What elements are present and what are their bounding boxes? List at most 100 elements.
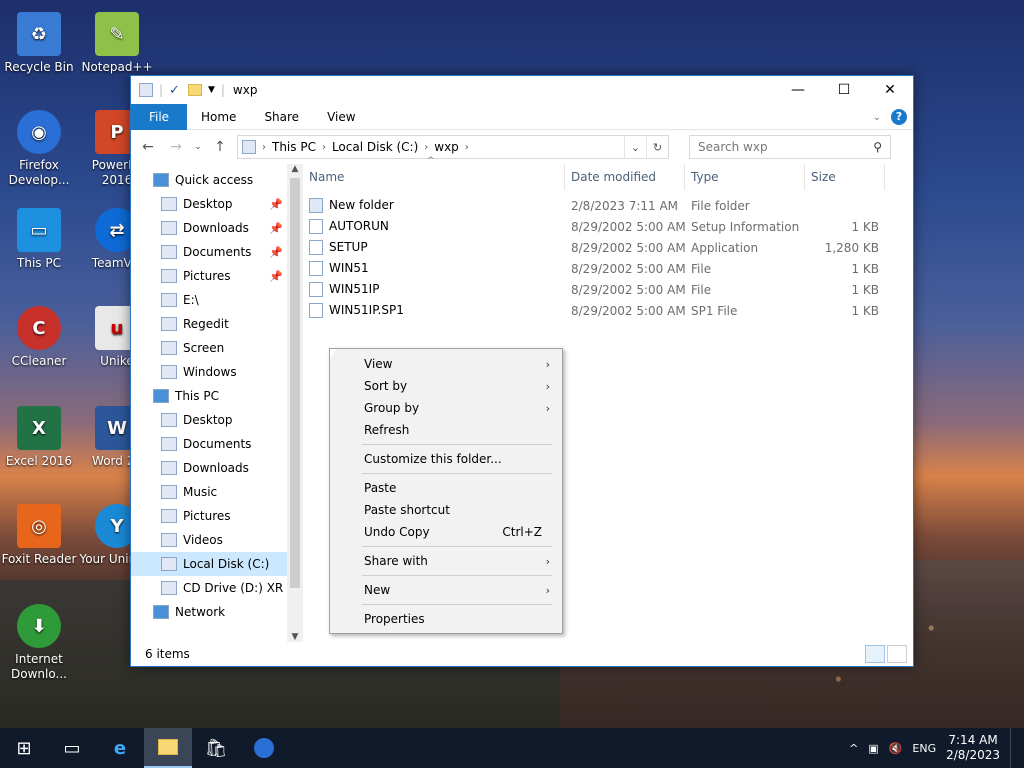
nav-item-downloads[interactable]: Downloads 📌	[131, 216, 287, 240]
file-rows: New folder 2/8/2023 7:11 AM File folder AUT…	[303, 190, 913, 321]
scroll-up-icon[interactable]: ▲	[287, 164, 303, 174]
menu-item-group-by[interactable]: Group by ›	[330, 397, 562, 419]
menu-item-new[interactable]: New ›	[330, 579, 562, 601]
desktop-icon-foxit[interactable]: ◎ Foxit Reader	[1, 504, 77, 567]
menu-item-refresh[interactable]: Refresh	[330, 419, 562, 441]
breadcrumb-this-pc[interactable]: This PC	[272, 140, 316, 154]
task-view-button[interactable]: ▭	[48, 728, 96, 768]
nav-item-label: Downloads	[183, 221, 249, 235]
breadcrumb-separator-icon[interactable]: ›	[322, 142, 326, 153]
file-row[interactable]: WIN51 8/29/2002 5:00 AM File 1 KB	[303, 258, 913, 279]
nav-item-windows[interactable]: Windows	[131, 360, 287, 384]
menu-item-paste[interactable]: Paste	[330, 477, 562, 499]
language-indicator[interactable]: ENG	[912, 742, 936, 755]
search-input[interactable]: Search wxp ⚲	[689, 135, 891, 159]
nav-item-videos[interactable]: Videos	[131, 528, 287, 552]
nav-item-regedit[interactable]: Regedit	[131, 312, 287, 336]
desktop-icon-recycle-bin[interactable]: ♻ Recycle Bin	[1, 12, 77, 75]
network-icon[interactable]: ▣	[868, 742, 878, 755]
expand-ribbon-icon[interactable]: ⌄	[873, 112, 881, 123]
start-button[interactable]: ⊞	[0, 728, 48, 768]
file-row[interactable]: AUTORUN 8/29/2002 5:00 AM Setup Informatio…	[303, 216, 913, 237]
tab-home[interactable]: Home	[187, 104, 250, 130]
menu-item-sort-by[interactable]: Sort by ›	[330, 375, 562, 397]
nav-item-desktop[interactable]: Desktop	[131, 408, 287, 432]
taskbar-file-explorer[interactable]	[144, 728, 192, 768]
forward-button[interactable]: →	[165, 139, 187, 155]
file-row[interactable]: WIN51IP.SP1 8/29/2002 5:00 AM SP1 File 1 KB	[303, 300, 913, 321]
file-row[interactable]: WIN51IP 8/29/2002 5:00 AM File 1 KB	[303, 279, 913, 300]
breadcrumb-local-disk[interactable]: Local Disk (C:)	[332, 140, 418, 154]
large-icons-view-button[interactable]	[887, 645, 907, 663]
up-button[interactable]: ↑	[209, 139, 231, 155]
tab-share[interactable]: Share	[250, 104, 313, 130]
back-button[interactable]: ←	[137, 139, 159, 155]
nav-item-this-pc[interactable]: This PC	[131, 384, 287, 408]
scrollbar-thumb[interactable]	[290, 178, 300, 588]
column-name[interactable]: Name	[303, 164, 565, 190]
refresh-icon[interactable]: ↻	[646, 136, 668, 158]
minimize-button[interactable]: —	[775, 76, 821, 104]
nav-item-label: Local Disk (C:)	[183, 557, 270, 571]
breadcrumb-separator-icon[interactable]: ›	[424, 142, 428, 153]
column-date-modified[interactable]: Date modified	[565, 164, 685, 190]
desktop-icon-excel[interactable]: X Excel 2016	[1, 406, 77, 469]
nav-item-downloads[interactable]: Downloads	[131, 456, 287, 480]
volume-muted-icon[interactable]: 🔇	[889, 742, 903, 755]
nav-item-desktop[interactable]: Desktop 📌	[131, 192, 287, 216]
details-view-button[interactable]	[865, 645, 885, 663]
desktop-icon-notepadpp[interactable]: ✎ Notepad++	[79, 12, 155, 75]
address-bar[interactable]: › This PC › Local Disk (C:) › wxp › ⌄ ↻	[237, 135, 669, 159]
maximize-button[interactable]: ☐	[821, 76, 867, 104]
properties-icon[interactable]: ✓	[169, 83, 180, 98]
breadcrumb-wxp[interactable]: wxp	[434, 140, 459, 154]
close-button[interactable]: ✕	[867, 76, 913, 104]
scroll-down-icon[interactable]: ▼	[287, 632, 303, 642]
nav-item-pictures[interactable]: Pictures	[131, 504, 287, 528]
tab-view[interactable]: View	[313, 104, 369, 130]
taskbar-store[interactable]: 🛍	[192, 728, 240, 768]
menu-item-undo-copy[interactable]: Undo Copy Ctrl+Z	[330, 521, 562, 543]
nav-item-documents[interactable]: Documents 📌	[131, 240, 287, 264]
nav-scrollbar[interactable]: ▲ ▼	[287, 164, 303, 642]
chevron-down-icon[interactable]: ▼	[208, 85, 215, 95]
file-size: 1 KB	[851, 261, 879, 276]
taskbar-ie[interactable]: e	[96, 728, 144, 768]
menu-separator	[362, 473, 552, 474]
nav-item-local-disk-c[interactable]: Local Disk (C:)	[131, 552, 287, 576]
tab-file[interactable]: File	[131, 103, 187, 130]
file-row[interactable]: SETUP 8/29/2002 5:00 AM Application 1,280 K…	[303, 237, 913, 258]
column-type[interactable]: Type	[685, 164, 805, 190]
nav-item-documents[interactable]: Documents	[131, 432, 287, 456]
desktop-icon-ccleaner[interactable]: C CCleaner	[1, 306, 77, 369]
column-size[interactable]: Size	[805, 164, 885, 190]
menu-item-share-with[interactable]: Share with ›	[330, 550, 562, 572]
nav-item-cd-drive-d-xr[interactable]: CD Drive (D:) XR	[131, 576, 287, 600]
clock[interactable]: 7:14 AM 2/8/2023	[946, 733, 1000, 763]
title-bar[interactable]: | ✓ ▼ | wxp — ☐ ✕	[131, 76, 913, 104]
show-hidden-icons-icon[interactable]: ^	[849, 742, 858, 755]
desktop-icon-firefox[interactable]: ◉ Firefox Develop...	[1, 110, 77, 188]
menu-item-paste-shortcut[interactable]: Paste shortcut	[330, 499, 562, 521]
taskbar-firefox[interactable]	[240, 728, 288, 768]
desktop-icon-this-pc[interactable]: ▭ This PC	[1, 208, 77, 271]
help-icon[interactable]: ?	[891, 109, 907, 125]
menu-item-view[interactable]: View ›	[330, 353, 562, 375]
menu-item-properties[interactable]: Properties	[330, 608, 562, 630]
nav-item-quick-access[interactable]: Quick access	[131, 168, 287, 192]
file-row[interactable]: New folder 2/8/2023 7:11 AM File folder	[303, 195, 913, 216]
nav-item-music[interactable]: Music	[131, 480, 287, 504]
recent-locations-button[interactable]: ⌄	[193, 142, 203, 152]
address-dropdown-icon[interactable]: ⌄	[624, 136, 646, 158]
nav-item-network[interactable]: Network	[131, 600, 287, 624]
nav-item-e[interactable]: E:\	[131, 288, 287, 312]
desktop-icon-idm[interactable]: ⬇ Internet Downlo...	[1, 604, 77, 682]
show-desktop-button[interactable]	[1010, 728, 1014, 768]
breadcrumb-separator-icon[interactable]: ›	[465, 142, 469, 153]
file-name-text: AUTORUN	[329, 219, 389, 233]
nav-item-screen[interactable]: Screen	[131, 336, 287, 360]
new-folder-icon[interactable]	[187, 84, 202, 96]
breadcrumb-separator-icon[interactable]: ›	[262, 142, 266, 153]
nav-item-pictures[interactable]: Pictures 📌	[131, 264, 287, 288]
menu-item-customize-this-folder[interactable]: Customize this folder...	[330, 448, 562, 470]
